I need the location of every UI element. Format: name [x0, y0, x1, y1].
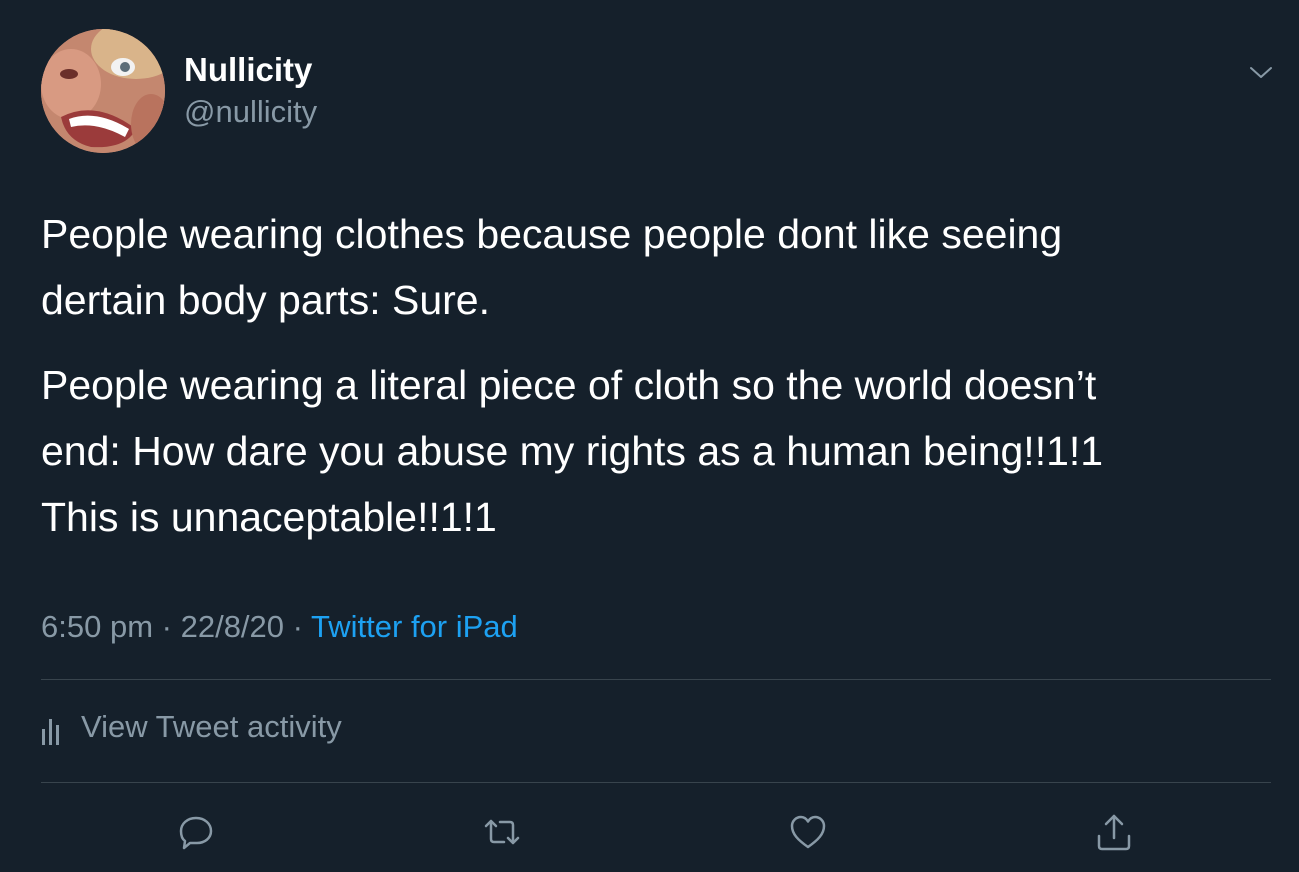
- tweet-metadata: 6:50 pm · 22/8/20 · Twitter for iPad: [41, 606, 518, 648]
- view-tweet-activity-button[interactable]: View Tweet activity: [41, 705, 342, 749]
- tweet-time[interactable]: 6:50 pm: [41, 609, 153, 644]
- display-name[interactable]: Nullicity: [184, 50, 312, 90]
- tweet-source-link[interactable]: Twitter for iPad: [311, 609, 518, 644]
- more-options-chevron-down-icon[interactable]: [1247, 58, 1275, 86]
- reply-button[interactable]: [176, 812, 216, 852]
- avatar[interactable]: [41, 29, 165, 153]
- tweet-text: People wearing clothes because people do…: [41, 201, 1261, 550]
- user-handle[interactable]: @nullicity: [184, 92, 317, 132]
- divider: [41, 782, 1271, 783]
- share-icon: [1097, 814, 1131, 851]
- tweet-paragraph: People wearing a literal piece of cloth …: [41, 362, 1104, 540]
- share-button[interactable]: [1094, 812, 1134, 852]
- view-tweet-activity-label: View Tweet activity: [81, 709, 342, 744]
- retweet-icon: [484, 819, 520, 845]
- tweet-paragraph: People wearing clothes because people do…: [41, 211, 1063, 323]
- meta-separator: ·: [161, 609, 172, 644]
- avatar-image: [41, 29, 165, 153]
- heart-icon: [790, 815, 826, 849]
- tweet-date[interactable]: 22/8/20: [181, 609, 284, 644]
- meta-separator: ·: [292, 609, 303, 644]
- bar-chart-icon: [42, 719, 59, 745]
- divider: [41, 679, 1271, 680]
- reply-icon: [179, 816, 213, 850]
- like-button[interactable]: [788, 812, 828, 852]
- retweet-button[interactable]: [482, 812, 522, 852]
